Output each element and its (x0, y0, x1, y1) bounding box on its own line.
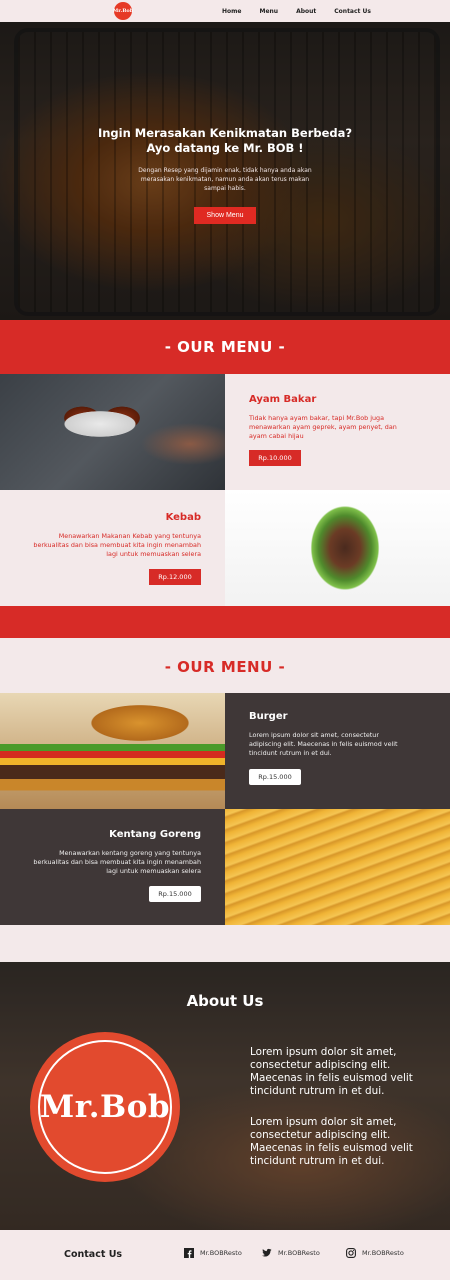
facebook-icon (184, 1248, 194, 1258)
nav-link-home[interactable]: Home (222, 8, 241, 15)
logo-text: Mr.Bob (39, 1089, 171, 1125)
item-name: Burger (249, 711, 288, 722)
show-menu-button[interactable]: Show Menu (194, 207, 256, 224)
menu-divider-band (0, 606, 450, 638)
nav-link-about[interactable]: About (296, 8, 316, 15)
item-description: Menawarkan kentang goreng yang tentunya … (33, 849, 201, 875)
price-button[interactable]: Rp.12.000 (149, 569, 201, 585)
item-description: Lorem ipsum dolor sit amet, consectetur … (249, 731, 398, 757)
footer: Contact Us Mr.BOBResto Mr.BOBResto Mr.BO… (0, 1230, 450, 1280)
price-button[interactable]: Rp.15.000 (249, 769, 301, 785)
hero-description: Dengan Resep yang dijamin enak, tidak ha… (138, 167, 312, 192)
mr-bob-logo: Mr.Bob (30, 1032, 180, 1182)
twitter-icon (262, 1248, 272, 1258)
about-title: About Us (186, 992, 264, 1010)
menu-card-kentang-goreng: Kentang Goreng Menawarkan kentang goreng… (0, 809, 225, 925)
social-handle: Mr.BOBResto (278, 1249, 320, 1257)
social-instagram[interactable]: Mr.BOBResto (346, 1248, 404, 1258)
item-description: Tidak hanya ayam bakar, tapi Mr.Bob juga… (249, 414, 397, 440)
menu-card-burger: Burger Lorem ipsum dolor sit amet, conse… (225, 693, 450, 809)
hero-title: Ingin Merasakan Kenikmatan Berbeda? Ayo … (97, 126, 353, 155)
kebab-image (225, 490, 450, 606)
instagram-icon (346, 1248, 356, 1258)
burger-image (0, 693, 225, 809)
menu-header-band: - OUR MENU - (0, 320, 450, 374)
about-paragraph-1: Lorem ipsum dolor sit amet, consectetur … (250, 1046, 413, 1097)
item-name: Kentang Goreng (109, 829, 201, 840)
ayam-bakar-image (0, 374, 225, 490)
menu-card-kebab: Kebab Menawarkan Makanan Kebab yang tent… (0, 490, 225, 606)
kentang-goreng-image (225, 809, 450, 925)
hero-section: Ingin Merasakan Kenikmatan Berbeda? Ayo … (0, 22, 450, 320)
nav-link-menu[interactable]: Menu (259, 8, 278, 15)
nav-link-contact[interactable]: Contact Us (334, 8, 371, 15)
nav-links: Home Menu About Contact Us (222, 0, 389, 22)
item-description: Menawarkan Makanan Kebab yang tentunya b… (33, 532, 201, 558)
social-facebook[interactable]: Mr.BOBResto (184, 1248, 242, 1258)
logo-text: Mr.Bob (112, 8, 134, 14)
logo[interactable]: Mr.Bob (112, 2, 134, 20)
price-button[interactable]: Rp.10.000 (249, 450, 301, 466)
social-twitter[interactable]: Mr.BOBResto (262, 1248, 320, 1258)
price-button[interactable]: Rp.15.000 (149, 886, 201, 902)
about-paragraph-2: Lorem ipsum dolor sit amet, consectetur … (250, 1116, 413, 1167)
footer-title: Contact Us (64, 1249, 123, 1260)
item-name: Kebab (165, 512, 201, 523)
about-section: About Us Mr.Bob Lorem ipsum dolor sit am… (0, 962, 450, 1230)
social-handle: Mr.BOBResto (362, 1249, 404, 1257)
menu-card-ayam-bakar: Ayam Bakar Tidak hanya ayam bakar, tapi … (225, 374, 450, 490)
navbar: Mr.Bob Home Menu About Contact Us (0, 0, 450, 22)
menu-section-title: - OUR MENU - (164, 338, 286, 356)
menu-section-title-2: - OUR MENU - (164, 658, 286, 676)
social-handle: Mr.BOBResto (200, 1249, 242, 1257)
item-name: Ayam Bakar (249, 394, 317, 405)
